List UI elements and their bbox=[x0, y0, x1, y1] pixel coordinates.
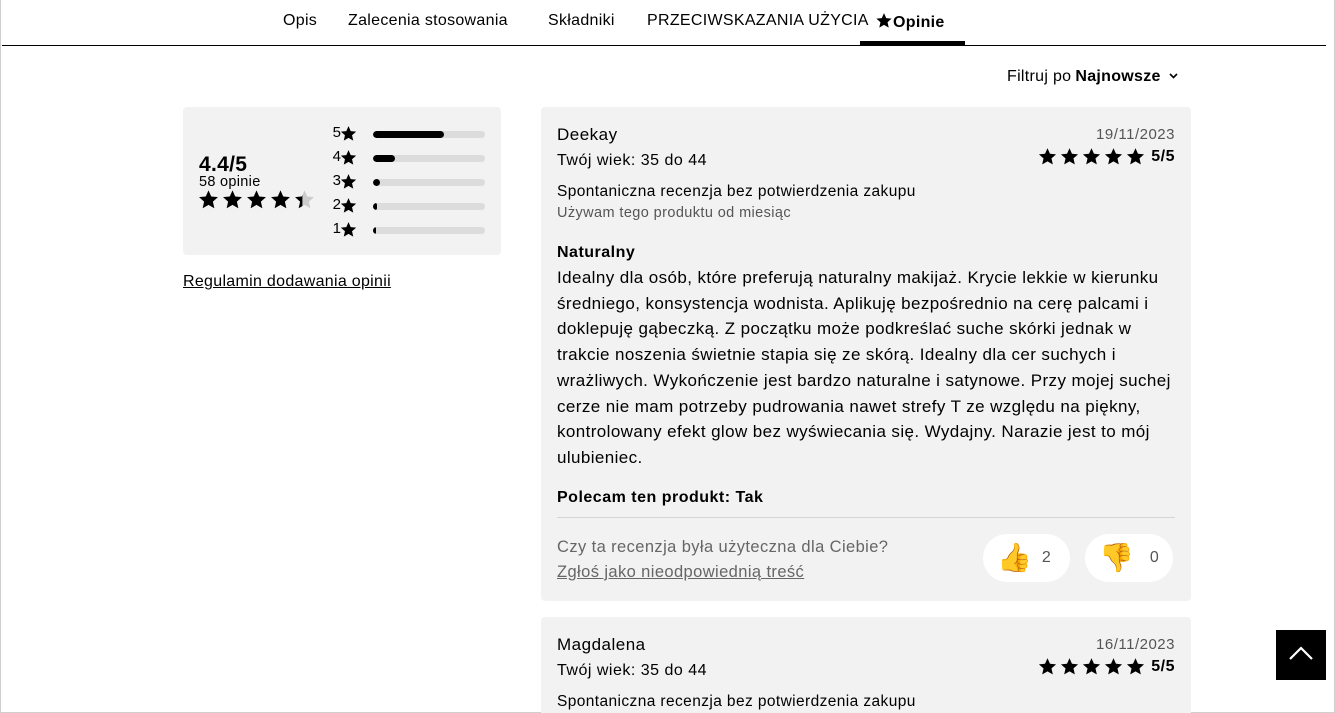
filter-label: Filtruj po bbox=[1007, 68, 1072, 85]
star-icon bbox=[1105, 148, 1123, 165]
star-icon bbox=[1083, 658, 1101, 675]
review-rules-link[interactable]: Regulamin dodawania opinii bbox=[183, 273, 391, 291]
rating-row-4[interactable]: 4 bbox=[329, 147, 489, 167]
star-icon bbox=[340, 198, 357, 213]
average-stars bbox=[198, 189, 315, 210]
review-stars: 5/5 bbox=[1038, 657, 1175, 676]
filter-value: Najnowsze bbox=[1075, 68, 1161, 85]
star-icon bbox=[1039, 658, 1057, 675]
review-date: 16/11/2023 bbox=[1096, 636, 1175, 653]
star-icon bbox=[340, 174, 357, 189]
star-icon bbox=[876, 13, 892, 28]
tab-ingredients[interactable]: Składniki bbox=[548, 12, 615, 30]
star-icon bbox=[340, 126, 357, 141]
rating-bar-fill bbox=[373, 131, 444, 138]
star-icon bbox=[1127, 148, 1145, 165]
review-recommend: Polecam ten produkt: Tak bbox=[557, 489, 764, 506]
helpful-question: Czy ta recenzja była użyteczna dla Ciebi… bbox=[557, 538, 889, 556]
rating-bar bbox=[373, 179, 485, 186]
tab-reviews[interactable]: Opinie bbox=[875, 12, 945, 32]
chevron-up-icon bbox=[1289, 646, 1313, 660]
rating-bar-fill bbox=[373, 203, 378, 210]
star-icon bbox=[247, 190, 266, 209]
review-count: 58 opinie bbox=[199, 174, 261, 190]
rating-bar bbox=[373, 155, 485, 162]
rating-summary: 4.4/5 58 opinie 5 4 3 2 1 bbox=[183, 107, 501, 255]
review-age: Twój wiek: 35 do 44 bbox=[557, 662, 708, 679]
upvote-count: 2 bbox=[1041, 549, 1051, 566]
star-icon bbox=[271, 190, 290, 209]
tab-contraindications[interactable]: PRZECIWSKAZANIA UŻYCIA bbox=[647, 12, 869, 30]
rating-row-1[interactable]: 1 bbox=[329, 219, 489, 239]
star-icon bbox=[295, 190, 314, 209]
star-icon bbox=[1105, 658, 1123, 675]
rating-row-3[interactable]: 3 bbox=[329, 171, 489, 191]
star-icon bbox=[1061, 148, 1079, 165]
active-tab-indicator bbox=[860, 41, 965, 45]
tab-reviews-label: Opinie bbox=[893, 14, 945, 31]
review-stars: 5/5 bbox=[1038, 147, 1175, 166]
review-card: Magdalena Twój wiek: 35 do 44 16/11/2023… bbox=[541, 617, 1191, 713]
page-frame: Opis Zalecenia stosowania Składniki PRZE… bbox=[0, 0, 1335, 713]
tab-description[interactable]: Opis bbox=[283, 12, 317, 30]
review-body: Idealny dla osób, które preferują natura… bbox=[557, 268, 1171, 467]
review-author: Magdalena bbox=[557, 635, 646, 654]
divider bbox=[557, 517, 1175, 518]
review-card: Deekay Twój wiek: 35 do 44 19/11/2023 5/… bbox=[541, 107, 1191, 601]
review-date: 19/11/2023 bbox=[1096, 126, 1175, 143]
review-age: Twój wiek: 35 do 44 bbox=[557, 152, 708, 169]
review-star-row bbox=[1038, 657, 1145, 676]
star-icon bbox=[340, 150, 357, 165]
review-author: Deekay bbox=[557, 125, 618, 144]
thumbs-up-button[interactable]: 👍 2 bbox=[983, 534, 1070, 582]
star-icon bbox=[1039, 148, 1057, 165]
star-icon bbox=[199, 190, 218, 209]
star-icon bbox=[340, 222, 357, 237]
rating-row-2[interactable]: 2 bbox=[329, 195, 489, 215]
review-score: 5/5 bbox=[1151, 147, 1175, 165]
review-origin: Spontaniczna recenzja bez potwierdzenia … bbox=[557, 183, 916, 200]
star-icon bbox=[1061, 658, 1079, 675]
review-usage: Używam tego produktu od miesiąc bbox=[557, 205, 792, 221]
rating-bar bbox=[373, 203, 485, 210]
rating-row-5[interactable]: 5 bbox=[329, 123, 489, 143]
downvote-count: 0 bbox=[1149, 549, 1159, 566]
review-title: Naturalny bbox=[557, 244, 636, 261]
thumbs-down-button[interactable]: 👎 0 bbox=[1085, 534, 1173, 582]
review-score: 5/5 bbox=[1151, 657, 1175, 675]
rating-bar-fill bbox=[373, 227, 377, 234]
rating-bar bbox=[373, 227, 485, 234]
rating-bar-fill bbox=[373, 155, 396, 162]
star-icon bbox=[1083, 148, 1101, 165]
report-review-link[interactable]: Zgłoś jako nieodpowiednią treść bbox=[557, 563, 804, 582]
review-origin: Spontaniczna recenzja bez potwierdzenia … bbox=[557, 693, 916, 710]
review-star-row bbox=[1038, 147, 1145, 166]
chevron-down-icon bbox=[1169, 71, 1178, 82]
scroll-to-top-button[interactable] bbox=[1276, 630, 1326, 680]
star-icon bbox=[223, 190, 242, 209]
rating-bar-fill bbox=[373, 179, 380, 186]
tab-usage[interactable]: Zalecenia stosowania bbox=[348, 12, 508, 30]
product-tabs: Opis Zalecenia stosowania Składniki PRZE… bbox=[2, 0, 1326, 46]
thumbs-up-icon: 👍 bbox=[997, 542, 1032, 573]
rating-bar bbox=[373, 131, 485, 138]
sort-filter[interactable]: Filtruj po Najnowsze bbox=[1007, 68, 1178, 86]
thumbs-down-icon: 👎 bbox=[1099, 542, 1134, 573]
star-icon bbox=[1127, 658, 1145, 675]
